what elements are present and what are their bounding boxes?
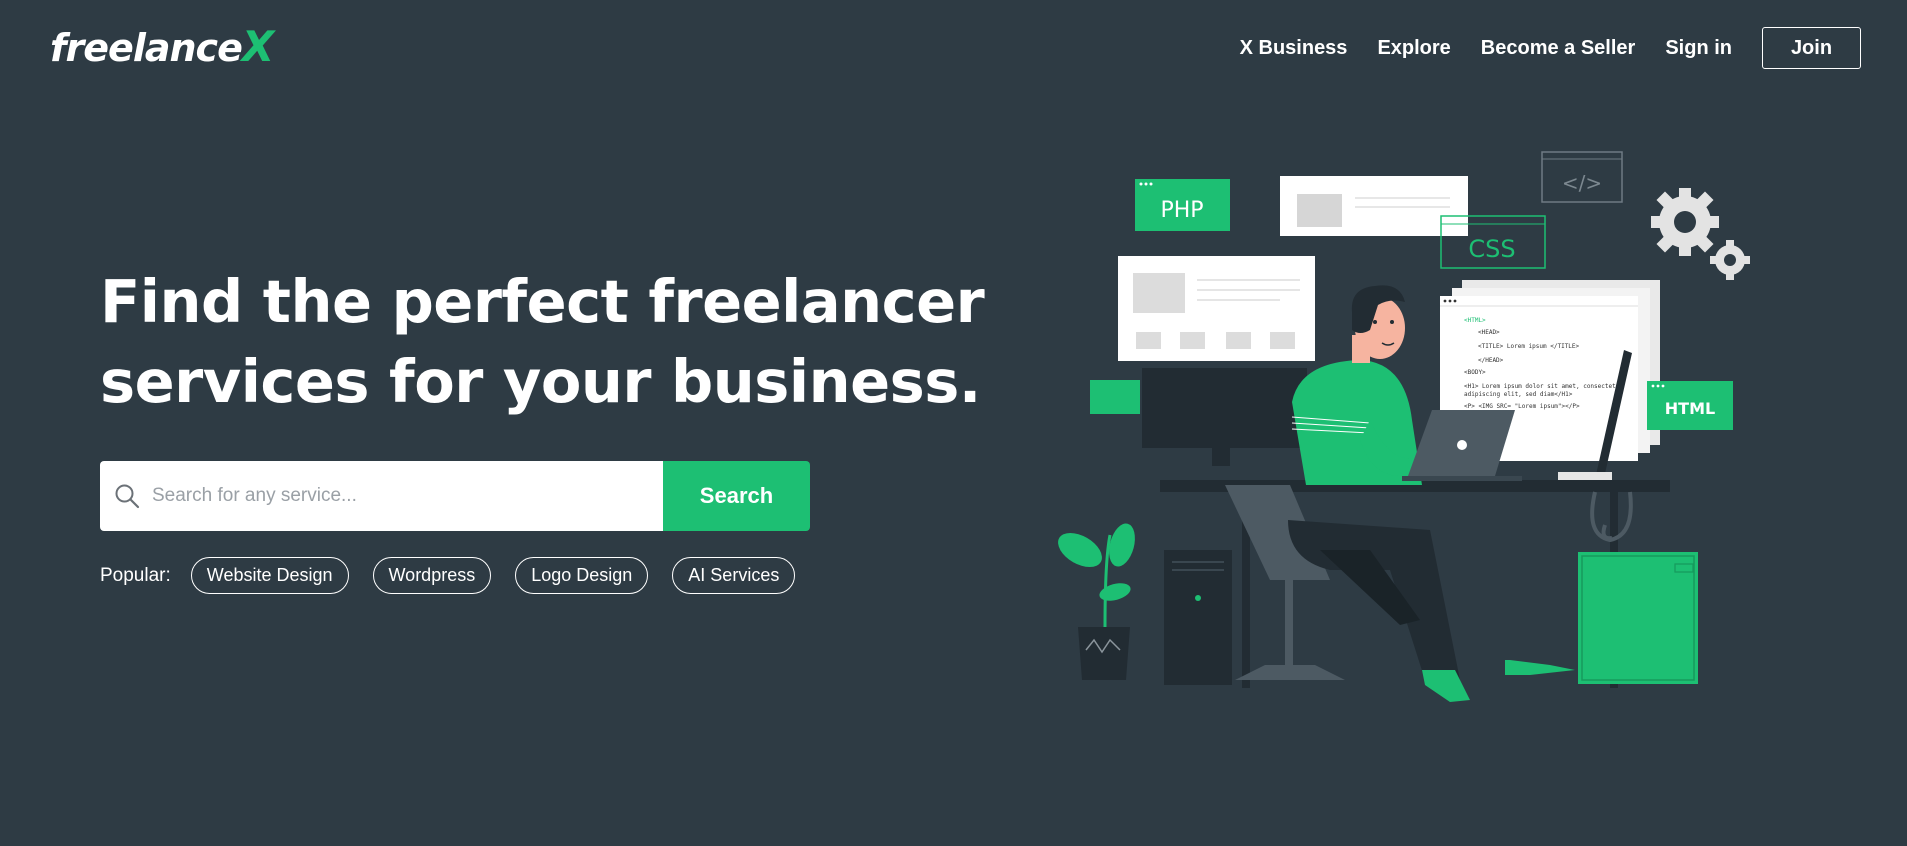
laptop: [1402, 410, 1522, 481]
code-line-3: <TITLE> Lorem ipsum </TITLE>: [1478, 343, 1580, 350]
code-line-8: <P> <IMG SRC= "Lorem ipsum"></P>: [1464, 403, 1580, 410]
search-button[interactable]: Search: [663, 461, 810, 531]
search-input[interactable]: [140, 461, 663, 531]
hero-title: Find the perfect freelancer services for…: [100, 262, 985, 422]
hero-title-line1: Find the perfect freelancer: [100, 267, 985, 336]
cabinet: [1578, 552, 1698, 684]
site-header: freelance X X Business Explore Become a S…: [0, 0, 1907, 100]
gear-icon: [1651, 188, 1750, 280]
cpu-tower: [1164, 550, 1232, 685]
popular-label: Popular:: [100, 564, 171, 586]
nav-x-business[interactable]: X Business: [1240, 37, 1348, 60]
main-nav: X Business Explore Become a Seller Sign …: [1240, 27, 1861, 69]
logo-text: freelance: [50, 26, 243, 70]
html-label: HTML: [1665, 399, 1715, 418]
code-tag-label: </>: [1562, 171, 1602, 195]
code-tag-card: </>: [1541, 151, 1623, 203]
search-icon: [115, 484, 140, 509]
image-card: [1280, 176, 1468, 236]
nav-become-seller[interactable]: Become a Seller: [1481, 37, 1636, 60]
code-line-1: <HTML>: [1464, 317, 1486, 324]
nav-sign-in[interactable]: Sign in: [1665, 37, 1732, 60]
php-card: PHP: [1135, 179, 1230, 231]
code-line-5: <BODY>: [1464, 369, 1486, 376]
search-input-wrapper: [100, 461, 663, 531]
hero-title-line2: services for your business.: [100, 347, 981, 416]
css-card: CSS: [1440, 215, 1546, 269]
hero-illustration: PHP CSS </> <HTML> <HEAD> <TITLE> Lorem …: [1058, 151, 1750, 702]
nav-explore[interactable]: Explore: [1377, 37, 1450, 60]
code-line-7: adipiscing elit, sed diam</H1>: [1464, 391, 1573, 398]
tag-ai-services[interactable]: AI Services: [672, 557, 796, 594]
tag-website-design[interactable]: Website Design: [190, 557, 349, 594]
search-bar: Search: [100, 461, 810, 531]
tag-wordpress[interactable]: Wordpress: [372, 557, 492, 594]
code-line-2: <HEAD>: [1478, 329, 1500, 336]
tag-logo-design[interactable]: Logo Design: [515, 557, 649, 594]
popular-tags: Popular: Website Design Wordpress Logo D…: [100, 557, 819, 594]
php-label: PHP: [1160, 198, 1203, 223]
code-line-4: </HEAD>: [1478, 357, 1504, 364]
css-label: CSS: [1468, 235, 1515, 263]
webpage-card: [1118, 256, 1315, 361]
plant: [1058, 523, 1135, 680]
logo[interactable]: freelance X: [50, 22, 274, 71]
logo-accent: X: [241, 22, 274, 71]
join-button[interactable]: Join: [1762, 27, 1861, 69]
small-green-card: [1090, 380, 1140, 414]
monitor: [1142, 368, 1307, 466]
code-line-6: <H1> Lorem ipsum dolor sit amet, consect…: [1464, 383, 1623, 390]
html-card: HTML: [1647, 381, 1733, 430]
